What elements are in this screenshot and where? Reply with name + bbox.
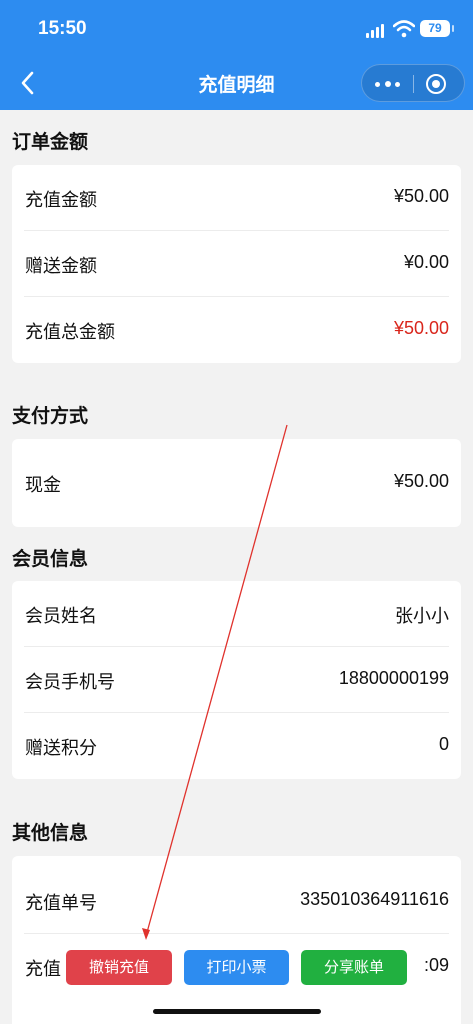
row-value: :09 <box>423 955 449 975</box>
home-indicator <box>153 1009 321 1014</box>
row-label: 充值金额 <box>25 190 97 211</box>
detail-row: 赠送金额 ¥0.00 <box>24 231 449 297</box>
more-dots-icon[interactable] <box>374 71 402 97</box>
detail-row: 会员姓名 张小小 <box>24 581 449 647</box>
cancel-recharge-button[interactable]: 撤销充值 <box>66 950 172 985</box>
row-value: 0 <box>438 734 449 754</box>
nav-bar: 充值明细 <box>0 58 473 110</box>
row-label: 会员手机号 <box>25 672 115 693</box>
detail-row: 会员手机号 18800000199 <box>24 647 449 713</box>
top-header: 15:50 79 充值明细 <box>0 0 473 110</box>
wifi-icon <box>393 20 415 38</box>
row-label: 现金 <box>25 475 61 496</box>
card-order-amount: 充值金额 ¥50.00 赠送金额 ¥0.00 充值总金额 ¥50.00 <box>12 165 461 363</box>
section-title-order-amount: 订单金额 <box>12 131 89 153</box>
status-time: 15:50 <box>38 18 87 39</box>
section-title-payment-method: 支付方式 <box>12 405 89 427</box>
cellular-signal-icon <box>366 24 386 38</box>
battery-icon: 79 <box>420 20 454 37</box>
row-value: ¥50.00 <box>393 471 449 491</box>
capsule-divider <box>413 75 414 93</box>
card-member-info: 会员姓名 张小小 会员手机号 18800000199 赠送积分 0 <box>12 581 461 779</box>
row-label: 充值总金额 <box>25 322 115 343</box>
row-label: 赠送积分 <box>25 738 97 759</box>
row-value: 18800000199 <box>338 668 449 688</box>
row-label: 会员姓名 <box>25 606 97 627</box>
section-title-member-info: 会员信息 <box>12 548 89 570</box>
section-title-other-info: 其他信息 <box>12 822 89 844</box>
card-payment-method: 现金 ¥50.00 <box>12 439 461 527</box>
row-value: ¥50.00 <box>393 186 449 206</box>
row-label: 充值 <box>25 959 61 980</box>
row-value: ¥0.00 <box>403 252 449 272</box>
total-amount-value: ¥50.00 <box>393 318 449 338</box>
detail-row: 赠送积分 0 <box>24 713 449 779</box>
card-other-info: 充值单号 335010364911616 充值 :09 <box>12 856 461 1024</box>
row-value: 335010364911616 <box>300 889 449 909</box>
detail-row: 充值总金额 ¥50.00 <box>24 297 449 363</box>
row-label: 充值单号 <box>25 893 97 914</box>
close-circle-icon[interactable] <box>426 74 446 94</box>
detail-row: 充值金额 ¥50.00 <box>24 165 449 231</box>
status-bar: 15:50 79 <box>0 0 473 58</box>
detail-row: 充值单号 335010364911616 <box>24 856 449 934</box>
row-label: 赠送金额 <box>25 256 97 277</box>
mini-program-capsule <box>361 64 465 102</box>
print-receipt-button[interactable]: 打印小票 <box>184 950 289 985</box>
detail-row: 现金 ¥50.00 <box>24 439 449 527</box>
row-value: 张小小 <box>395 606 449 626</box>
share-bill-button[interactable]: 分享账单 <box>301 950 407 985</box>
